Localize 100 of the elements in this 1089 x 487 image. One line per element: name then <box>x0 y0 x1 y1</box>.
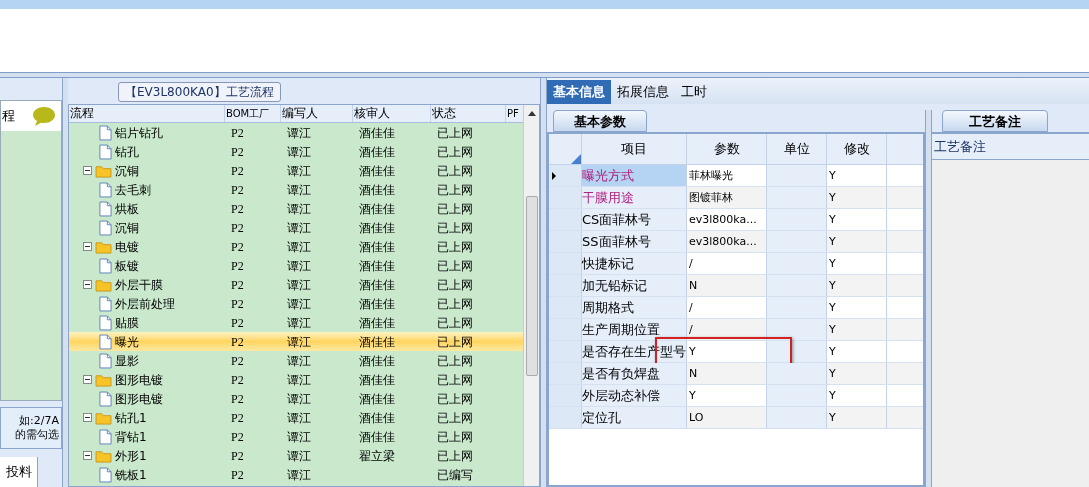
scrollbar-thumb[interactable] <box>525 196 538 376</box>
tab[interactable]: 基本信息 <box>547 80 611 104</box>
table-cell <box>767 209 827 230</box>
column-header[interactable]: 项目 <box>582 134 687 164</box>
table-cell-text: 酒佳佳 <box>358 164 396 177</box>
column-header[interactable]: 单位 <box>767 134 827 164</box>
table-row[interactable]: 周期格式 / Y <box>549 297 923 319</box>
table-cell-text: 谭江 <box>286 430 312 443</box>
column-header[interactable]: 核审人 <box>353 105 431 122</box>
document-icon <box>99 333 112 350</box>
table-cell-text: 已上网 <box>436 126 474 139</box>
table-row[interactable]: 定位孔 LO Y <box>549 407 923 429</box>
column-header[interactable]: 编写人 <box>281 105 353 122</box>
table-cell-text: 已编写 <box>436 468 474 481</box>
document-icon <box>99 181 112 198</box>
table-row[interactable]: 快捷标记 / Y <box>549 253 923 275</box>
table-row[interactable]: CS面菲林号 ev3l800ka... Y <box>549 209 923 231</box>
table-cell: N <box>687 363 767 384</box>
table-cell: 周期格式 <box>582 301 634 314</box>
table-cell-text: 已上网 <box>436 335 474 348</box>
tab[interactable]: 拓展信息 <box>611 80 675 104</box>
collapse-icon[interactable] <box>83 242 92 251</box>
panel-tab[interactable]: 工艺备注 <box>942 110 1048 132</box>
table-cell: 曝光方式 <box>582 169 634 182</box>
column-header[interactable]: 状态 <box>431 105 506 122</box>
table-cell-text: P2 <box>230 411 245 424</box>
table-cell-text: P2 <box>230 392 245 405</box>
table-cell-text: 谭江 <box>286 354 312 367</box>
table-cell <box>767 253 827 274</box>
document-icon <box>99 219 112 236</box>
table-row[interactable]: 曝光方式 菲林曝光 Y <box>549 165 923 187</box>
tree-label: 电镀 <box>115 240 139 253</box>
table-cell-text: P2 <box>230 202 245 215</box>
table-cell: Y <box>827 363 887 384</box>
table-cell-text: 已上网 <box>436 259 474 272</box>
table-cell-text: P2 <box>230 316 245 329</box>
document-icon <box>99 257 112 274</box>
tab[interactable]: 工时 <box>675 80 713 104</box>
speech-bubble-icon <box>31 105 57 127</box>
row-header[interactable] <box>549 165 582 186</box>
table-cell: Y <box>827 231 887 252</box>
table-cell-text: 谭江 <box>286 316 312 329</box>
table-cell-text: 已上网 <box>436 278 474 291</box>
tree-label: 外层前处理 <box>115 297 175 310</box>
table-cell-text: 谭江 <box>286 297 312 310</box>
table-cell-text: 谭江 <box>286 126 312 139</box>
tree-label: 贴膜 <box>115 316 139 329</box>
tree-row[interactable]: 曝光 P2 谭江 酒佳佳 已上网 <box>69 332 523 351</box>
scroll-up-icon[interactable] <box>526 110 537 116</box>
table-cell-text: 谭江 <box>286 468 312 481</box>
column-header[interactable]: 参数 <box>687 134 767 164</box>
column-header[interactable]: 流程 <box>69 105 225 122</box>
panel-title: 【EV3L800KA0】工艺流程 <box>118 82 281 102</box>
table-cell-text: 谭江 <box>286 240 312 253</box>
table-cell-text: 谭江 <box>286 335 312 348</box>
collapse-icon[interactable] <box>83 451 92 460</box>
table-row[interactable]: 生产周期位置 / Y <box>549 319 923 341</box>
collapse-icon[interactable] <box>83 375 92 384</box>
collapse-icon[interactable] <box>83 280 92 289</box>
table-row[interactable]: 干膜用途 图镀菲林 Y <box>549 187 923 209</box>
table-row[interactable]: 外层动态补偿 Y Y <box>549 385 923 407</box>
splitter-bar[interactable] <box>0 72 1089 78</box>
tree-label: 外形1 <box>115 449 147 462</box>
table-cell-text: 谭江 <box>286 278 312 291</box>
table-cell: LO <box>687 407 767 428</box>
tree-label: 铣板1 <box>115 468 147 481</box>
table-cell: / <box>687 297 767 318</box>
folder-icon <box>95 277 112 292</box>
notes-area[interactable]: 工艺备注 <box>932 132 1089 487</box>
table-cell: 快捷标记 <box>582 257 634 270</box>
folder-icon <box>95 372 112 387</box>
table-cell <box>767 275 827 296</box>
table-row[interactable]: 是否有负焊盘 N Y <box>549 363 923 385</box>
collapse-icon[interactable] <box>83 166 92 175</box>
column-header[interactable]: 修改 <box>827 134 887 164</box>
table-cell: Y <box>827 187 887 208</box>
table-cell: Y <box>827 165 887 186</box>
document-icon <box>99 466 112 483</box>
column-header[interactable]: BOM工厂 <box>225 105 281 122</box>
document-icon <box>99 295 112 312</box>
document-icon <box>99 428 112 445</box>
table-cell: Y <box>827 341 887 362</box>
table-cell-text: 已上网 <box>436 164 474 177</box>
tab[interactable]: 投料 <box>0 457 38 487</box>
table-cell-text: 已上网 <box>436 373 474 386</box>
tree-label: 去毛刺 <box>115 183 151 196</box>
table-row[interactable] <box>0 0 1089 9</box>
table-cell: ev3l800ka... <box>687 231 767 252</box>
table-row[interactable]: 加无铅标记 N Y <box>549 275 923 297</box>
scrollbar[interactable] <box>523 105 539 486</box>
splitter-bar[interactable] <box>63 78 68 487</box>
panel-heading: 程 <box>1 107 15 126</box>
table-row[interactable]: SS面菲林号 ev3l800ka... Y <box>549 231 923 253</box>
table-cell-text: 酒佳佳 <box>358 145 396 158</box>
table-cell <box>767 297 827 318</box>
collapse-icon[interactable] <box>83 413 92 422</box>
panel-tab[interactable]: 基本参数 <box>553 110 647 132</box>
table-cell: 是否有负焊盘 <box>582 367 660 380</box>
table-cell: / <box>687 253 767 274</box>
splitter-bar[interactable] <box>925 110 932 487</box>
